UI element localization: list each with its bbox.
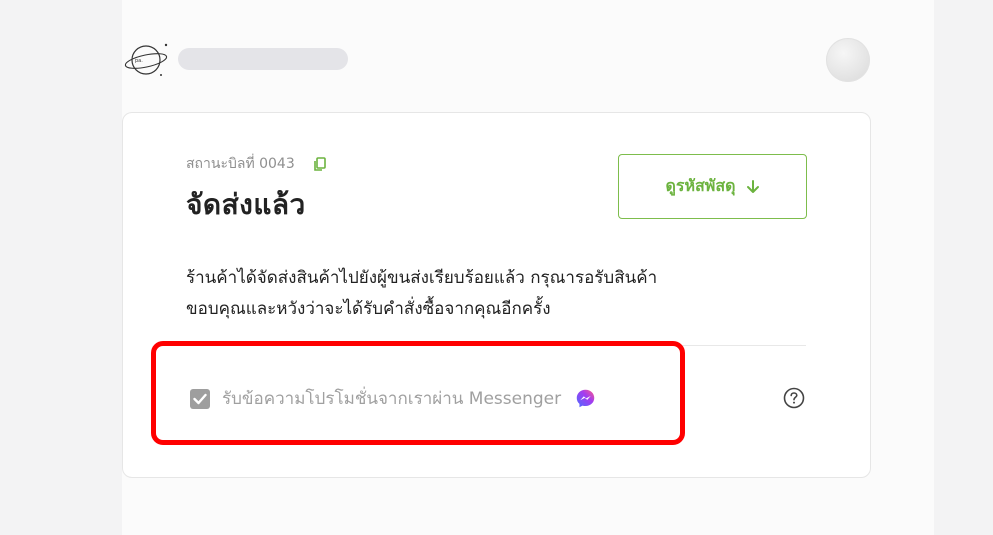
bill-number-row: สถานะบิลที่ 0043 bbox=[186, 153, 327, 175]
svg-text:pa.: pa. bbox=[135, 58, 143, 64]
arrow-down-icon bbox=[746, 179, 759, 193]
planet-logo-icon[interactable]: pa. bbox=[124, 40, 172, 80]
view-tracking-button[interactable]: ดูรหัสพัสดุ bbox=[618, 154, 807, 219]
highlight-annotation bbox=[151, 341, 685, 445]
user-avatar[interactable] bbox=[826, 38, 870, 82]
status-section: สถานะบิลที่ 0043 จัดส่งแล้ว ดูรหัสพัสดุ bbox=[186, 143, 807, 263]
description-line-2: ขอบคุณและหวังว่าจะได้รับคำสั่งซื้อจากคุณ… bbox=[186, 299, 551, 319]
copy-icon[interactable] bbox=[313, 157, 327, 171]
bill-number-label: สถานะบิลที่ 0043 bbox=[186, 156, 295, 172]
view-tracking-label: ดูรหัสพัสดุ bbox=[665, 176, 736, 195]
description-line-1: ร้านค้าได้จัดส่งสินค้าไปยังผู้ขนส่งเรียบ… bbox=[186, 268, 658, 288]
header: pa. bbox=[122, 30, 872, 90]
order-status-description: ร้านค้าได้จัดส่งสินค้าไปยังผู้ขนส่งเรียบ… bbox=[186, 263, 806, 325]
shop-name-placeholder bbox=[178, 48, 348, 70]
help-icon[interactable] bbox=[783, 387, 805, 409]
order-status-title: จัดส่งแล้ว bbox=[186, 188, 306, 221]
